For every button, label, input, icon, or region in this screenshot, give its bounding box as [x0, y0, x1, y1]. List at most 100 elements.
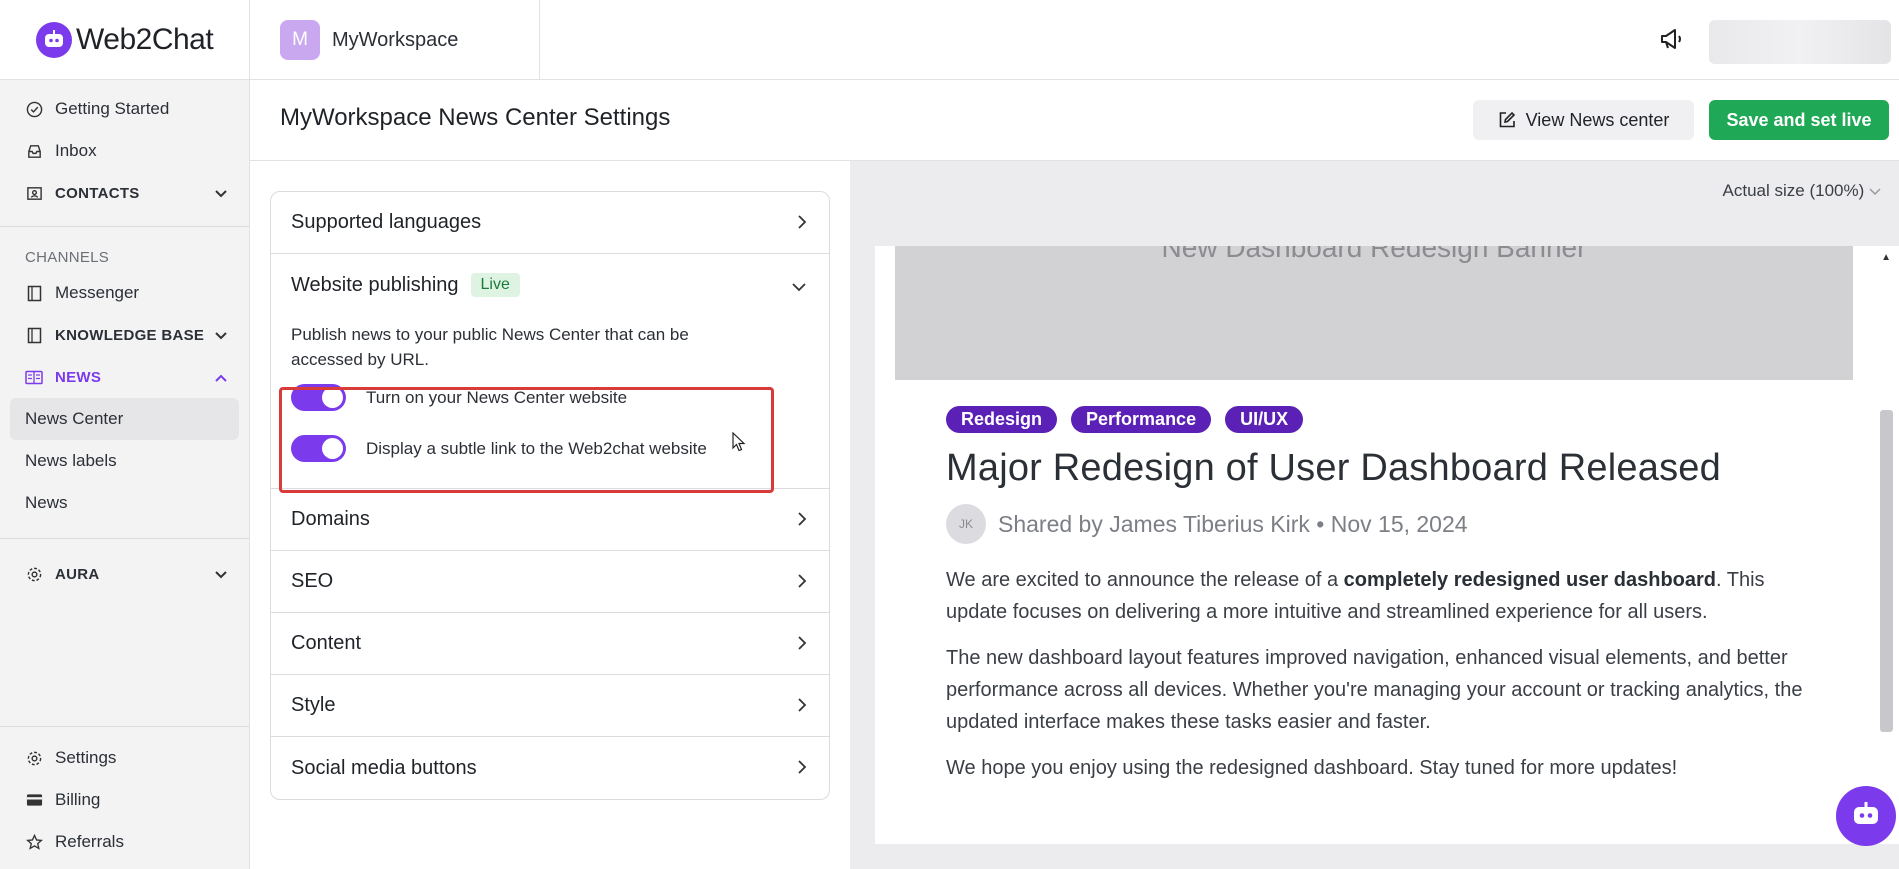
workspace-name: MyWorkspace — [332, 28, 459, 51]
chat-bot-icon — [36, 21, 72, 58]
chat-bot-icon — [1851, 800, 1881, 833]
mouse-cursor-icon — [732, 431, 746, 457]
chevron-right-icon — [797, 634, 807, 657]
sidebar-bottom: Settings Billing Referrals — [0, 726, 249, 869]
contacts-icon — [25, 184, 43, 202]
accordion-domains[interactable]: Domains — [271, 489, 829, 551]
sidebar-item-messenger[interactable]: Messenger — [0, 272, 249, 314]
sidebar-item-getting-started[interactable]: Getting Started — [0, 88, 249, 130]
accordion-seo[interactable]: SEO — [271, 551, 829, 613]
workspace-switcher[interactable]: M MyWorkspace — [280, 20, 458, 60]
preview-scrollbar[interactable]: ▲ — [1874, 246, 1899, 844]
page-title: MyWorkspace News Center Settings — [280, 104, 671, 131]
sidebar-item-knowledge-base[interactable]: KNOWLEDGE BASE — [0, 314, 249, 356]
highlight-annotation — [279, 387, 774, 493]
sidebar-item-news-labels[interactable]: News labels — [10, 440, 239, 482]
sidebar-item-label: Getting Started — [55, 99, 170, 118]
gear-icon — [25, 565, 43, 583]
article-paragraph: The new dashboard layout features improv… — [946, 647, 1803, 733]
book-icon — [25, 326, 43, 344]
sidebar-item-billing[interactable]: Billing — [0, 779, 249, 821]
avatar: JK — [946, 504, 986, 544]
sidebar-item-inbox[interactable]: Inbox — [0, 130, 249, 172]
article-title: Major Redesign of User Dashboard Release… — [946, 447, 1721, 489]
preview-frame: New Dashboard Redesign Banner Redesign P… — [875, 246, 1899, 844]
accordion-label: Supported languages — [291, 211, 482, 233]
scroll-thumb[interactable] — [1880, 410, 1893, 732]
sidebar-item-news[interactable]: News — [10, 482, 239, 524]
byline-text: Shared by James Tiberius Kirk • Nov 15, … — [998, 510, 1468, 537]
settings-accordion: Supported languages Website publishing L… — [270, 191, 830, 800]
chevron-right-icon — [797, 213, 807, 236]
gear-icon — [25, 749, 43, 767]
news-icon — [25, 368, 43, 386]
article: Redesign Performance UI/UX Major Redesig… — [946, 406, 1826, 784]
sidebar-item-label: KNOWLEDGE BASE — [55, 326, 205, 344]
accordion-label: Domains — [291, 508, 370, 530]
inbox-icon — [25, 142, 43, 160]
accordion-content[interactable]: Content — [271, 613, 829, 675]
chevron-down-icon — [1869, 181, 1881, 200]
sidebar-item-label: CONTACTS — [55, 184, 140, 202]
accordion-social-media-buttons[interactable]: Social media buttons — [271, 737, 829, 799]
sidebar-item-label: AURA — [55, 565, 100, 583]
sidebar: Web2Chat Getting Started Inbox CONTACTS … — [0, 0, 250, 869]
sidebar-item-referrals[interactable]: Referrals — [0, 821, 249, 863]
view-news-center-button[interactable]: View News center — [1473, 100, 1694, 140]
scroll-up-icon[interactable]: ▲ — [1881, 252, 1891, 263]
top-bar: M MyWorkspace — [250, 0, 1899, 80]
check-circle-icon — [25, 100, 43, 118]
book-icon — [25, 284, 43, 302]
zoom-label: Actual size (100%) — [1722, 181, 1865, 200]
article-banner: New Dashboard Redesign Banner — [895, 246, 1853, 380]
channels-heading: CHANNELS — [25, 249, 110, 266]
save-and-set-live-button[interactable]: Save and set live — [1709, 100, 1889, 140]
view-news-center-label: View News center — [1525, 109, 1670, 130]
sidebar-item-news[interactable]: NEWS — [0, 356, 249, 398]
accordion-label: Content — [291, 632, 362, 654]
sidebar-item-label: Referrals — [55, 832, 124, 851]
sidebar-item-aura[interactable]: AURA — [0, 553, 249, 595]
accordion-label: Social media buttons — [291, 756, 477, 779]
article-paragraph: We are excited to announce the release o… — [946, 569, 1765, 623]
accordion-style[interactable]: Style — [271, 675, 829, 737]
chevron-right-icon — [797, 572, 807, 595]
tag[interactable]: Redesign — [946, 406, 1058, 433]
website-publishing-body: Publish news to your public News Center … — [271, 316, 829, 493]
accordion-label: Style — [291, 694, 336, 716]
article-paragraph: We hope you enjoy using the redesigned d… — [946, 757, 1678, 779]
accordion-label: Website publishing — [291, 273, 459, 296]
logo[interactable]: Web2Chat — [0, 0, 249, 80]
preview-panel: Actual size (100%) New Dashboard Redesig… — [850, 161, 1899, 869]
article-byline: JK Shared by James Tiberius Kirk • Nov 1… — [946, 504, 1826, 544]
user-menu[interactable] — [1709, 20, 1891, 64]
sidebar-item-label: Messenger — [55, 283, 140, 302]
edit-icon — [1498, 111, 1516, 129]
sidebar-item-label: Billing — [55, 790, 101, 809]
article-tags: Redesign Performance UI/UX — [946, 406, 1826, 433]
sidebar-item-contacts[interactable]: CONTACTS — [0, 172, 249, 214]
tag[interactable]: UI/UX — [1225, 406, 1304, 433]
chat-launcher-button[interactable] — [1836, 786, 1896, 846]
workspace-avatar: M — [280, 20, 320, 60]
chevron-up-icon — [215, 369, 227, 385]
chevron-right-icon — [797, 510, 807, 533]
chevron-right-icon — [797, 696, 807, 719]
sidebar-item-settings[interactable]: Settings — [0, 737, 249, 779]
chevron-down-icon — [791, 275, 807, 298]
accordion-label: SEO — [291, 570, 334, 592]
brand-name: Web2Chat — [76, 22, 214, 56]
zoom-select[interactable]: Actual size (100%) — [1723, 181, 1881, 201]
sidebar-item-label: Settings — [55, 748, 117, 767]
tag[interactable]: Performance — [1071, 406, 1212, 433]
banner-text: New Dashboard Redesign Banner — [1161, 246, 1587, 263]
chevron-down-icon — [215, 566, 227, 582]
accordion-supported-languages[interactable]: Supported languages — [271, 192, 829, 254]
chevron-down-icon — [215, 327, 227, 343]
settings-panel: Supported languages Website publishing L… — [250, 161, 850, 869]
sidebar-item-news-center[interactable]: News Center — [10, 398, 239, 440]
page-header: MyWorkspace News Center Settings View Ne… — [250, 80, 1899, 161]
megaphone-icon[interactable] — [1658, 26, 1684, 57]
star-icon — [25, 833, 43, 851]
accordion-website-publishing[interactable]: Website publishing Live — [271, 254, 829, 316]
